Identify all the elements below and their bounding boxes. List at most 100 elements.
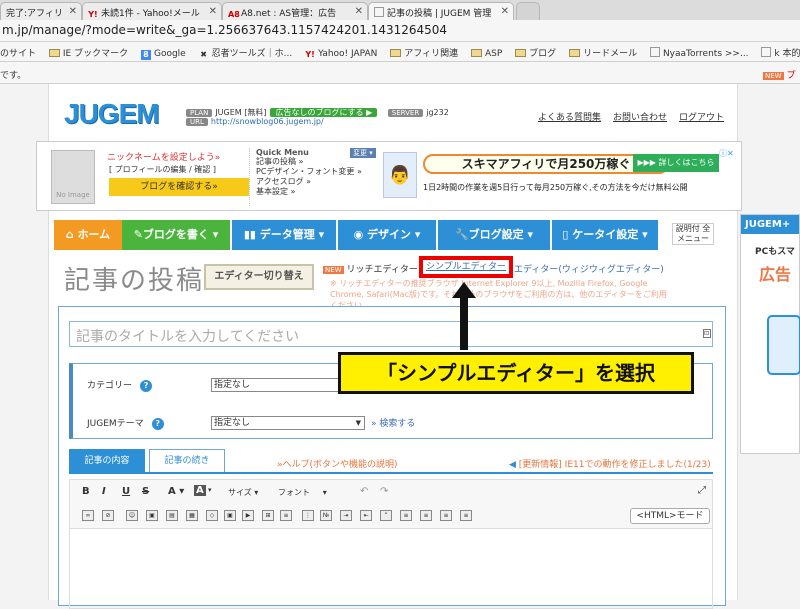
undo-icon[interactable]: ↶ <box>360 486 368 497</box>
table-icon[interactable]: ⊞ <box>262 510 274 521</box>
side-ad-line1: PCもスマ <box>755 247 795 257</box>
update-link[interactable]: ◀ [更新情報] IE11での動作を修正しました(1/23) <box>509 457 711 470</box>
link-icon[interactable]: ∞ <box>82 510 94 521</box>
underline-button[interactable]: U <box>122 486 130 497</box>
quick-menu-item[interactable]: 基本設定 » <box>256 187 383 197</box>
browser-tab[interactable]: 完了:アフィリ ✕ <box>0 2 82 20</box>
photo-icon[interactable]: ▦ <box>186 510 198 521</box>
tab-continue[interactable]: 記事の続き <box>149 449 225 473</box>
quick-menu-item[interactable]: PCデザイン・フォント変更 » <box>256 167 383 177</box>
bookmark-folder[interactable]: ASP <box>471 49 502 59</box>
new-tab-button[interactable] <box>516 2 540 20</box>
side-ad[interactable]: JUGEM+ PCもスマ 広告 <box>740 214 800 454</box>
browser-tab-active[interactable]: 記事の投稿 | JUGEM 管理 ✕ <box>368 2 514 20</box>
blog-url-link[interactable]: http://snowblog06.jugem.jp/ <box>211 117 324 126</box>
bookmark[interactable]: ✖ 忍者ツールズ｜ホ... <box>199 46 292 60</box>
browser-tab[interactable]: Y! 未読1件 - Yahoo!メール ✕ <box>82 2 222 20</box>
video-icon[interactable]: ▶ <box>242 510 254 521</box>
bullet-list-icon[interactable]: ⋮ <box>302 510 314 521</box>
profile-edit-link[interactable]: [ プロフィールの編集 / 確認 ] <box>109 164 216 175</box>
search-link[interactable]: » 検索する <box>371 416 415 429</box>
theme-select[interactable]: 指定なし ▼ <box>211 416 365 430</box>
ad-close-icon[interactable]: ⓘ✕ <box>719 148 734 159</box>
emoji-icon[interactable]: ☺ <box>126 510 138 521</box>
close-icon[interactable]: ✕ <box>209 6 217 17</box>
nav-home[interactable]: ⌂ ホーム <box>54 220 122 250</box>
tab-title: A8.net : AS管理：広告 <box>241 9 337 19</box>
quick-menu-change-button[interactable]: 変更 ▾ <box>350 148 376 158</box>
fullscreen-icon[interactable]: ⤢ <box>698 485 706 496</box>
align-left-icon[interactable]: ≡ <box>400 510 412 521</box>
bold-button[interactable]: B <box>82 486 90 497</box>
tab-content[interactable]: 記事の内容 <box>69 449 145 473</box>
map-icon[interactable]: ◇ <box>206 510 218 521</box>
menu-help-button[interactable]: 説明付 全メニュー <box>672 223 714 245</box>
help-link[interactable]: »ヘルプ(ボタンや機能の説明) <box>277 457 398 470</box>
bookmark[interactable]: のサイト <box>0 46 36 59</box>
nav-design[interactable]: ◉ デザイン ▾ <box>338 220 436 250</box>
html-mode-button[interactable]: <HTML>モード <box>630 508 710 524</box>
close-icon[interactable]: ✕ <box>355 6 363 17</box>
close-icon[interactable]: ✕ <box>69 6 77 17</box>
ad-details-button[interactable]: ▶▶▶ 詳しくはこちら <box>633 154 719 172</box>
address-bar[interactable]: m.jp/manage/?mode=write&_ga=1.256637643.… <box>0 20 800 42</box>
check-blog-button[interactable]: ブログを確認する» <box>109 178 249 196</box>
bookmark-folder[interactable]: ブログ <box>515 46 556 59</box>
unlink-icon[interactable]: ⊘ <box>102 510 114 521</box>
quick-menu-item[interactable]: アクセスログ » <box>256 177 383 187</box>
info-bar: です。 NEW プラ <box>0 62 800 94</box>
align-center-icon[interactable]: ≡ <box>420 510 432 521</box>
italic-button[interactable]: I <box>102 486 106 497</box>
editor-body[interactable] <box>69 529 713 609</box>
wysiwyg-editor-link[interactable]: エディター(ウィジウィグエディター) <box>514 262 664 275</box>
align-right-icon[interactable]: ≡ <box>440 510 452 521</box>
hr-icon[interactable]: ≡ <box>280 510 292 521</box>
redo-icon[interactable]: ↷ <box>380 486 388 497</box>
justify-icon[interactable]: ≡ <box>460 510 472 521</box>
bookmark[interactable]: NyaaTorrents >>... <box>649 47 749 59</box>
font-color-button[interactable]: A ▾ <box>168 486 184 497</box>
bookmark-label: Yahoo! JAPAN <box>318 49 378 59</box>
question-icon[interactable]: ? <box>140 380 153 392</box>
contact-link[interactable]: お問い合わせ <box>613 113 667 123</box>
bookmark[interactable]: k 本的に <box>761 46 800 59</box>
logout-link[interactable]: ログアウト <box>679 113 724 123</box>
bookmark-folder[interactable]: リードメール <box>569 46 637 59</box>
bookmark[interactable]: 8 Google <box>140 49 186 60</box>
title-input[interactable]: 記事のタイトルを入力してください <box>69 321 713 347</box>
nav-write[interactable]: ✎ブログを書く ▾ <box>122 220 230 250</box>
question-icon[interactable]: ? <box>151 418 164 430</box>
indent-icon[interactable]: ⇥ <box>340 510 352 521</box>
close-icon[interactable]: ✕ <box>501 6 509 17</box>
size-select[interactable]: サイズ ▾ <box>228 487 258 498</box>
server-tag: SERVER <box>387 109 424 117</box>
outdent-icon[interactable]: ⇤ <box>360 510 372 521</box>
bookmark-folder[interactable]: アフィリ関連 <box>390 46 458 59</box>
nav-data[interactable]: ▮▮ データ管理 ▾ <box>232 220 336 250</box>
size-label: サイズ <box>228 488 252 497</box>
bookmark-folder[interactable]: IE ブックマーク <box>48 46 128 59</box>
expand-icon[interactable]: ⊡ <box>703 329 711 338</box>
banner-ad[interactable]: 👨 スキマアフィリで月250万稼ぐ ▶▶▶ 詳しくはこちら 1日2時間の作業を週… <box>383 148 735 206</box>
nickname-link[interactable]: ニックネームを設定しよう» <box>107 150 220 163</box>
faq-link[interactable]: よくある質問集 <box>538 113 601 123</box>
font-select[interactable]: フォント ▾ <box>278 487 327 498</box>
ad-free-button[interactable]: 広告なしのブログにする ▶ <box>270 108 378 117</box>
numbered-list-icon[interactable]: № <box>320 510 332 521</box>
bg-color-button[interactable]: A <box>194 485 206 496</box>
quote-icon[interactable]: ” <box>380 510 392 521</box>
bookmark[interactable]: Y! Yahoo! JAPAN <box>305 49 377 60</box>
image-icon[interactable]: ▣ <box>146 510 158 521</box>
nav-settings[interactable]: 🔧ブログ設定 ▾ <box>438 220 550 250</box>
nav-label: ケータイ設定 ▾ <box>572 228 648 241</box>
item-icon[interactable]: ▣ <box>224 510 236 521</box>
chevron-down-icon[interactable]: ▾ <box>208 486 212 494</box>
quick-menu-item[interactable]: 記事の投稿 » <box>256 157 383 167</box>
nav-mobile[interactable]: ▯ ケータイ設定 ▾ <box>552 220 658 250</box>
rich-editor-link[interactable]: リッチエディター <box>346 265 417 275</box>
simple-editor-link[interactable]: シンプルエディター <box>419 256 513 278</box>
strike-button[interactable]: S <box>142 486 149 497</box>
file-icon[interactable]: ▤ <box>166 510 178 521</box>
browser-tab[interactable]: A8A8.net : AS管理：広告 ✕ <box>222 2 368 20</box>
jugem-logo[interactable]: JUGEM <box>64 98 160 130</box>
